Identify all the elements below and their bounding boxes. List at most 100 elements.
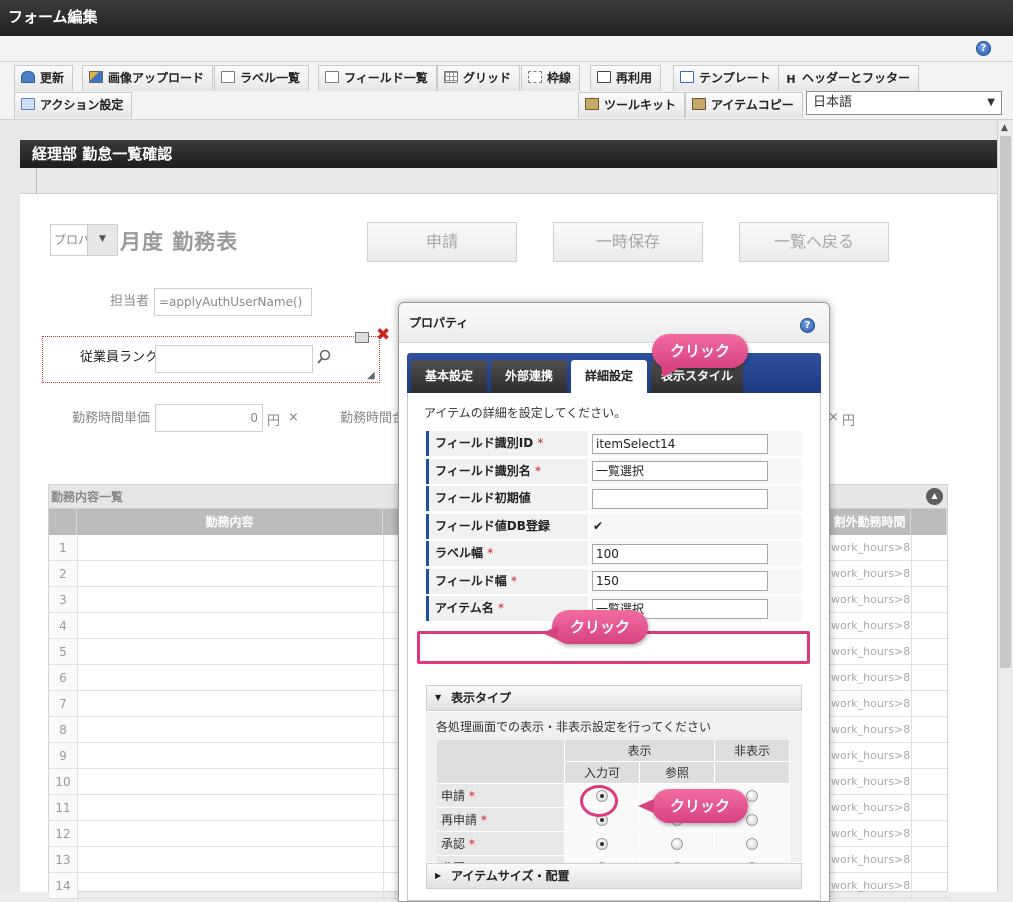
grid-cell-work[interactable] [77, 717, 383, 743]
row-number: 12 [49, 821, 77, 847]
item-size-section[interactable]: ▶ アイテムサイズ・配置 [426, 863, 802, 889]
reuse-button[interactable]: 再利用 [590, 65, 662, 91]
grid-cell-work[interactable] [77, 665, 383, 691]
assignee-field[interactable]: =applyAuthUserName() [154, 288, 312, 316]
prop-input[interactable] [592, 488, 768, 509]
item-copy-button[interactable]: アイテムコピー [685, 92, 803, 118]
vis-row-label: 再申請 * [437, 808, 565, 832]
display-type-section[interactable]: ▼ 表示タイプ [426, 685, 802, 711]
unit-price-field[interactable]: 0 [155, 404, 263, 432]
dialog-tabs: 基本設定 外部連携 詳細設定 表示スタイル [407, 353, 821, 393]
refresh-button[interactable]: 更新 [14, 65, 74, 91]
grid-cell-work[interactable] [77, 769, 383, 795]
title-select[interactable]: プロパ ▼ [50, 224, 118, 256]
search-icon[interactable] [316, 349, 332, 365]
prop-input[interactable]: 150 [592, 571, 768, 591]
grid-cell-work[interactable] [77, 795, 383, 821]
grid-cell-overtime: work_hours>8, [829, 639, 911, 665]
delete-icon[interactable]: ✖ [376, 327, 390, 344]
image-upload-button[interactable]: 画像アップロード [82, 65, 214, 91]
vis-col-ref: 参照 [640, 762, 715, 784]
col-header-number [49, 509, 77, 535]
right-field-suffix: 円 [842, 414, 856, 429]
scroll-up-icon[interactable]: ▲ [1001, 123, 1008, 133]
tab-basic[interactable]: 基本設定 [411, 360, 487, 393]
vis-col-hide: 非表示 [715, 740, 790, 762]
grid-cell-work[interactable] [77, 613, 383, 639]
click-callout-tab: クリック [652, 334, 749, 382]
vertical-scrollbar[interactable]: ▲ [997, 120, 1013, 892]
grid-cell-work[interactable] [77, 639, 383, 665]
radio-hide[interactable] [746, 838, 758, 850]
back-to-list-button[interactable]: 一覧へ戻る [739, 222, 889, 262]
prop-input[interactable]: 100 [592, 543, 768, 564]
frame-button[interactable]: 枠線 [521, 65, 581, 91]
radio-ref[interactable] [671, 838, 683, 850]
frame-icon [528, 71, 542, 83]
hours-label: 勤務時間合 [340, 411, 406, 426]
col-header-overtime: 割外勤務時間 [829, 509, 911, 535]
language-select[interactable]: 日本語 ▼ [806, 91, 1002, 115]
row-number: 6 [49, 665, 77, 691]
radio-hide[interactable] [746, 814, 758, 826]
row-number: 1 [49, 535, 77, 561]
form-title: 月度 勤務表 [120, 230, 239, 254]
grid-button[interactable]: グリッド [437, 65, 521, 91]
collapse-icon[interactable]: ▲ [926, 488, 943, 505]
prop-label: フィールド値DB登録 [426, 513, 588, 539]
refresh-icon [21, 71, 35, 83]
row-number: 13 [49, 847, 77, 873]
edit-icon[interactable] [355, 332, 369, 343]
row-number: 5 [49, 639, 77, 665]
row-number: 14 [49, 873, 77, 899]
temp-save-button[interactable]: 一時保存 [553, 222, 703, 262]
grid-cell-work[interactable] [77, 561, 383, 587]
db-register-checkbox[interactable]: ✔ [593, 520, 605, 532]
list-icon [221, 71, 235, 83]
resize-grip-icon[interactable]: ◢ [367, 370, 375, 381]
click-callout-approval: クリック [638, 789, 749, 823]
window-title: フォーム編集 [0, 0, 1013, 36]
rank-field[interactable] [155, 345, 313, 373]
radio-input[interactable] [596, 838, 608, 850]
grid-cell-overtime: work_hours>8, [829, 535, 911, 561]
display-type-description: 各処理画面での表示・非表示設定を行ってください [436, 720, 712, 734]
grid-cell-work[interactable] [77, 847, 383, 873]
grid-cell-work[interactable] [77, 535, 383, 561]
image-icon [89, 71, 103, 83]
grid-cell-tail [911, 561, 947, 587]
grid-cell-tail [911, 535, 947, 561]
dialog-title: プロパティ ? [399, 303, 829, 343]
form-subheader [20, 168, 997, 194]
grid-cell-work[interactable] [77, 821, 383, 847]
label-list-button[interactable]: ラベル一覧 [214, 65, 310, 91]
grid-cell-tail [911, 665, 947, 691]
list-icon [325, 71, 339, 83]
toolkit-button[interactable]: ツールキット [578, 92, 686, 118]
radio-hide[interactable] [746, 790, 758, 802]
grid-cell-work[interactable] [77, 873, 383, 899]
form-header: 経理部 勤怠一覧確認 [20, 140, 997, 168]
unit-price-label: 勤務時間単価 [72, 411, 151, 426]
header-footer-button[interactable]: H ヘッダーとフッター [778, 65, 920, 91]
action-icon [21, 98, 35, 110]
apply-button[interactable]: 申請 [367, 222, 517, 262]
help-icon[interactable]: ? [976, 41, 991, 56]
field-list-button[interactable]: フィールド一覧 [318, 65, 437, 91]
grid-cell-work[interactable] [77, 743, 383, 769]
grid-cell-overtime: work_hours>8, [829, 587, 911, 613]
help-icon[interactable]: ? [800, 318, 815, 333]
template-button[interactable]: テンプレート [673, 65, 780, 91]
grid-cell-overtime: work_hours>8, [829, 769, 911, 795]
grid-cell-overtime: work_hours>8, [829, 873, 911, 899]
grid-cell-work[interactable] [77, 691, 383, 717]
grid-cell-work[interactable] [77, 587, 383, 613]
prop-input[interactable]: itemSelect14 [592, 433, 768, 454]
tab-detail[interactable]: 詳細設定 [571, 360, 647, 393]
prop-input[interactable]: 一覧選択 [592, 461, 768, 481]
grid-cell-tail [911, 691, 947, 717]
tab-external[interactable]: 外部連携 [491, 360, 567, 393]
scroll-thumb[interactable] [1000, 136, 1011, 668]
grid-cell-tail [911, 847, 947, 873]
action-settings-button[interactable]: アクション設定 [14, 92, 133, 118]
